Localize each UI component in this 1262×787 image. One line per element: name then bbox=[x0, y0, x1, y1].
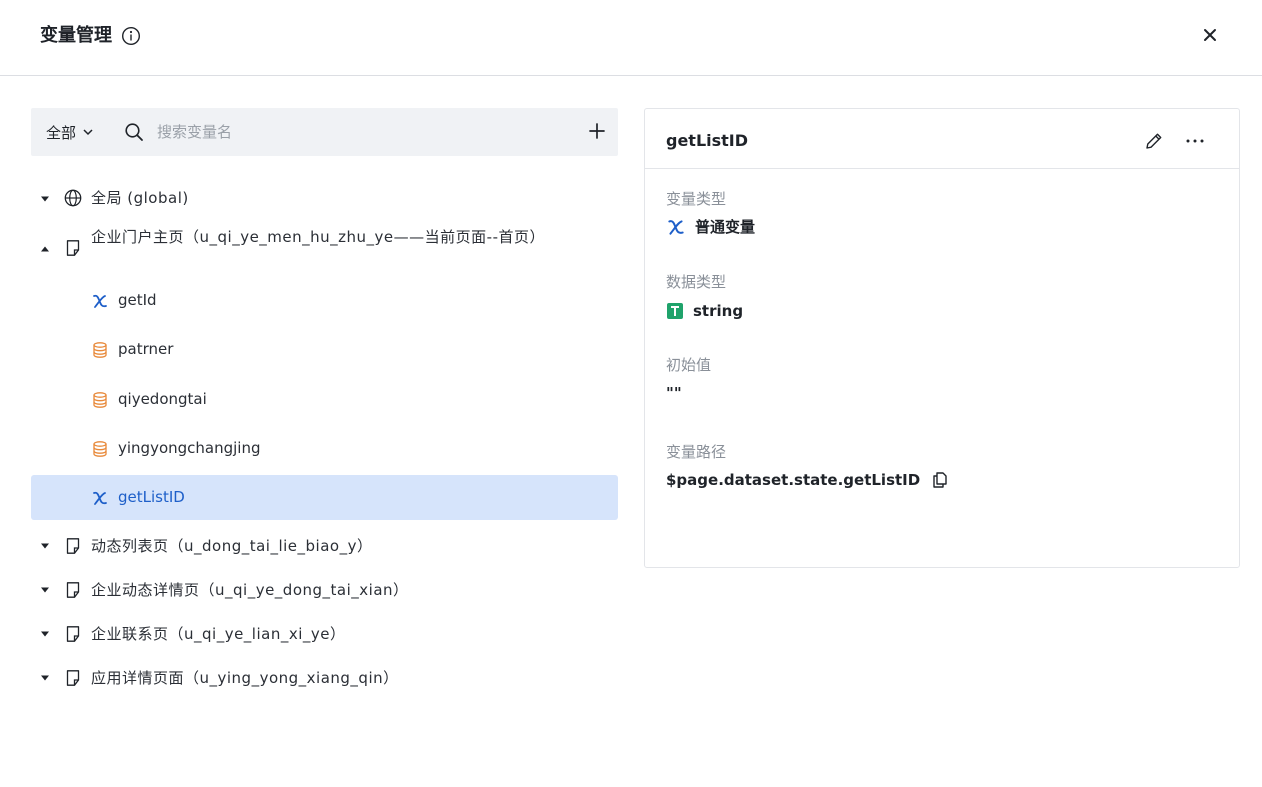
page-icon bbox=[66, 670, 80, 686]
variable-name: patrner bbox=[118, 340, 174, 358]
tree-node-page[interactable]: 企业联系页（u_qi_ye_lian_xi_ye） bbox=[31, 622, 618, 646]
copy-icon[interactable] bbox=[931, 471, 949, 489]
search-input[interactable] bbox=[157, 118, 557, 146]
dataset-icon bbox=[93, 392, 107, 408]
initial-value-label: 初始值 bbox=[666, 356, 712, 374]
caret-down-icon[interactable] bbox=[40, 194, 50, 204]
caret-up-icon[interactable] bbox=[40, 244, 50, 254]
initial-value: "" bbox=[666, 383, 682, 403]
dataset-icon bbox=[93, 342, 107, 358]
variable-type-label: 变量类型 bbox=[666, 190, 727, 208]
data-type-text: string bbox=[693, 302, 744, 320]
more-options-icon[interactable] bbox=[1184, 131, 1206, 151]
page-icon bbox=[66, 626, 80, 642]
scope-dropdown[interactable]: 全部 bbox=[46, 120, 94, 144]
tree-node-current-page[interactable]: 企业门户主页（u_qi_ye_men_hu_zhu_ye——当前页面--首页） bbox=[31, 226, 618, 272]
variable-type-text: 普通变量 bbox=[695, 218, 756, 236]
tree-node-label: 企业门户主页（u_qi_ye_men_hu_zhu_ye——当前页面--首页） bbox=[91, 228, 545, 246]
variable-path-text: $page.dataset.state.getListID bbox=[666, 471, 921, 489]
tree-node-label: 企业联系页（u_qi_ye_lian_xi_ye） bbox=[91, 625, 346, 643]
tree-node-page[interactable]: 应用详情页面（u_ying_yong_xiang_qin） bbox=[31, 666, 618, 690]
caret-down-icon[interactable] bbox=[40, 541, 50, 551]
data-type-label: 数据类型 bbox=[666, 273, 727, 291]
variable-item-getListID[interactable]: getListID bbox=[31, 475, 618, 520]
variable-type-value: 普通变量 bbox=[666, 217, 755, 237]
variable-manager-dialog: 变量管理 全部 搜索变量名 全局 (global) 企业门户主页（u_qi_ye… bbox=[0, 0, 1262, 787]
detail-title: getListID bbox=[666, 131, 749, 150]
plus-icon[interactable] bbox=[588, 122, 606, 140]
close-icon[interactable] bbox=[1200, 25, 1220, 45]
tree-node-global[interactable]: 全局 (global) bbox=[31, 186, 618, 210]
caret-down-icon[interactable] bbox=[40, 673, 50, 683]
variable-icon bbox=[668, 220, 684, 235]
data-type-value: string bbox=[666, 301, 743, 321]
dialog-header: 变量管理 bbox=[0, 0, 1262, 76]
variable-item-getId[interactable]: getId bbox=[31, 278, 618, 323]
page-icon bbox=[66, 582, 80, 598]
caret-down-icon[interactable] bbox=[40, 629, 50, 639]
variable-icon bbox=[93, 491, 107, 505]
caret-down-icon[interactable] bbox=[40, 585, 50, 595]
variable-name: qiyedongtai bbox=[118, 390, 207, 408]
page-icon bbox=[66, 240, 80, 256]
variable-item-patrner[interactable]: patrner bbox=[31, 327, 618, 372]
dialog-title: 变量管理 bbox=[40, 25, 112, 46]
tree-node-label: 应用详情页面（u_ying_yong_xiang_qin） bbox=[91, 669, 399, 687]
tree-node-label: 全局 (global) bbox=[91, 189, 189, 207]
variable-toolbar: 全部 bbox=[31, 108, 618, 156]
variable-item-qiyedongtai[interactable]: qiyedongtai bbox=[31, 377, 618, 422]
variable-detail-panel: getListID 变量类型 普通变量 数据类型 string 初始值 "" 变… bbox=[644, 108, 1240, 568]
search-icon bbox=[125, 123, 143, 141]
initial-value-text: "" bbox=[666, 384, 682, 402]
string-type-icon bbox=[667, 303, 683, 319]
variable-item-yingyongchangjing[interactable]: yingyongchangjing bbox=[31, 426, 618, 471]
variable-name: getListID bbox=[118, 488, 185, 506]
tree-node-label: 企业动态详情页（u_qi_ye_dong_tai_xian） bbox=[91, 581, 409, 599]
variable-path-value: $page.dataset.state.getListID bbox=[666, 470, 949, 490]
variable-path-label: 变量路径 bbox=[666, 443, 727, 461]
tree-node-page[interactable]: 动态列表页（u_dong_tai_lie_biao_y） bbox=[31, 534, 618, 558]
tree-node-label: 动态列表页（u_dong_tai_lie_biao_y） bbox=[91, 537, 373, 555]
variable-name: yingyongchangjing bbox=[118, 439, 261, 457]
dataset-icon bbox=[93, 441, 107, 457]
info-icon[interactable] bbox=[121, 26, 141, 46]
detail-header: getListID bbox=[645, 109, 1239, 169]
edit-pencil-icon[interactable] bbox=[1144, 131, 1164, 151]
chevron-down-icon bbox=[83, 129, 93, 136]
variable-icon bbox=[93, 294, 107, 308]
tree-node-page[interactable]: 企业动态详情页（u_qi_ye_dong_tai_xian） bbox=[31, 578, 618, 602]
scope-dropdown-label: 全部 bbox=[46, 123, 77, 142]
variable-name: getId bbox=[118, 291, 157, 309]
globe-icon bbox=[64, 189, 82, 207]
page-icon bbox=[66, 538, 80, 554]
